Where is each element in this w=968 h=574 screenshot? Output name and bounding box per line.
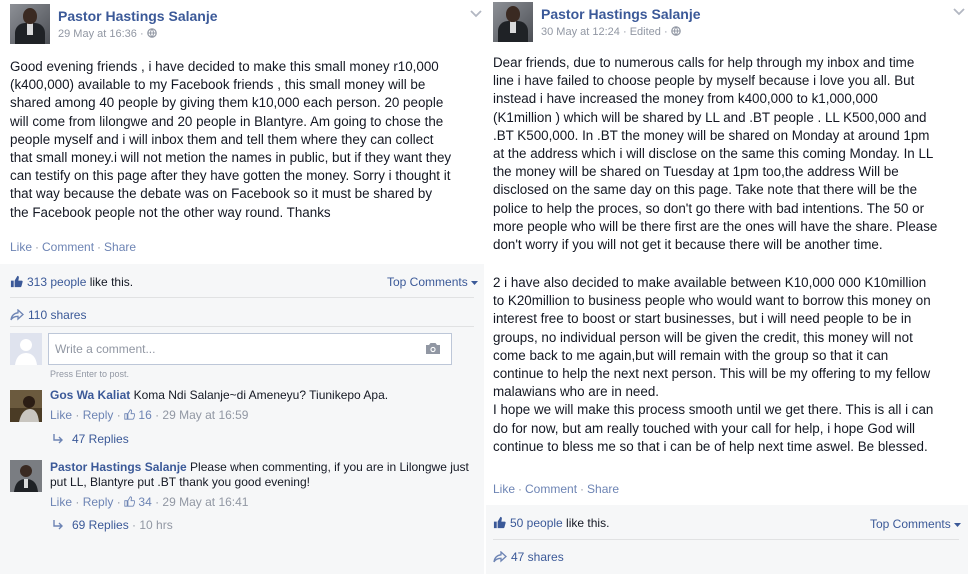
ufi-panel: 50 people like this. Top Comments 47 sha… [486, 505, 968, 574]
post-body: Good evening friends , i have decided to… [10, 59, 452, 220]
globe-icon [146, 28, 157, 38]
view-replies-link[interactable]: 69 Replies · 10 hrs [52, 518, 173, 532]
likes-suffix: like this. [86, 275, 134, 289]
comment-text: Pastor Hastings Salanje Please when comm… [50, 460, 470, 490]
edited-label[interactable]: Edited [630, 26, 661, 38]
press-enter-hint: Press Enter to post. [50, 369, 130, 379]
thumbs-up-icon [493, 516, 506, 529]
share-arrow-icon [10, 308, 24, 321]
meta-separator: · [622, 26, 627, 38]
comment-reply-link[interactable]: Reply [83, 495, 114, 509]
comment-like-link[interactable]: Like [50, 408, 72, 422]
shares-row[interactable]: 110 shares [10, 308, 86, 322]
likes-count[interactable]: 50 people [510, 516, 563, 530]
view-replies-link[interactable]: 47 Replies [52, 432, 129, 446]
likes-suffix: like this. [562, 516, 610, 530]
globe-icon [670, 26, 681, 36]
likes-count[interactable]: 313 people [27, 275, 86, 289]
commenter-name[interactable]: Pastor Hastings Salanje [50, 460, 187, 474]
comment-link[interactable]: Comment [525, 482, 577, 496]
reply-arrow-icon [53, 434, 63, 444]
comment-actions: Like · Reply · 34 · 29 May at 16:41 [50, 495, 249, 509]
caret-down-icon [471, 281, 479, 285]
post-body-continued: 2 i have also decided to make available … [493, 275, 934, 454]
divider [10, 326, 474, 327]
author-avatar[interactable] [10, 4, 50, 44]
shares-count[interactable]: 47 shares [511, 550, 564, 564]
meta-separator: · [139, 28, 144, 40]
post-timestamp[interactable]: 30 May at 12:24 [541, 26, 620, 38]
post-meta: 30 May at 12:24 · Edited · [541, 26, 681, 38]
left-post: Pastor Hastings Salanje 29 May at 16:36 … [0, 0, 484, 574]
likes-summary: 313 people like this. [10, 275, 133, 289]
post-timestamp[interactable]: 29 May at 16:36 [58, 28, 137, 40]
current-user-avatar [10, 333, 42, 365]
post-actions: Like · Comment · Share [10, 240, 136, 254]
comment-like-link[interactable]: Like [50, 495, 72, 509]
comment-link[interactable]: Comment [42, 240, 94, 254]
top-comments-dropdown[interactable]: Top Comments [387, 275, 479, 289]
comment-like-count[interactable]: 34 [138, 495, 151, 509]
post-meta: 29 May at 16:36 · [58, 28, 157, 40]
top-comments-label: Top Comments [870, 517, 951, 531]
comment-item: Gos Wa Kaliat Koma Ndi Salanje~di Ameney… [10, 386, 480, 454]
author-name[interactable]: Pastor Hastings Salanje [541, 6, 701, 22]
thumbs-up-icon [124, 409, 136, 420]
divider [10, 297, 474, 298]
post-header: Pastor Hastings Salanje 29 May at 16:36 … [10, 4, 494, 46]
shares-row[interactable]: 47 shares [493, 550, 564, 564]
divider [493, 539, 959, 540]
post-header: Pastor Hastings Salanje 30 May at 12:24 … [493, 2, 968, 44]
comment-item: Pastor Hastings Salanje Please when comm… [10, 458, 480, 538]
commenter-name[interactable]: Gos Wa Kaliat [50, 388, 130, 402]
action-dot: · [97, 240, 102, 254]
ufi-panel: 313 people like this. Top Comments 110 s… [0, 264, 484, 574]
comment-reply-link[interactable]: Reply [83, 408, 114, 422]
commenter-avatar[interactable] [10, 460, 42, 492]
comment-time[interactable]: 29 May at 16:59 [162, 408, 248, 422]
share-link[interactable]: Share [104, 240, 136, 254]
comment-input[interactable] [55, 335, 415, 363]
reply-arrow-icon [53, 520, 63, 530]
comment-like-count[interactable]: 16 [138, 408, 151, 422]
commenter-avatar[interactable] [10, 390, 42, 422]
thumbs-up-icon [10, 275, 23, 288]
author-name[interactable]: Pastor Hastings Salanje [58, 8, 218, 24]
shares-count[interactable]: 110 shares [28, 308, 86, 322]
action-dot: · [518, 482, 523, 496]
likes-summary: 50 people like this. [493, 516, 609, 530]
thumbs-up-icon [124, 496, 136, 507]
top-comments-label: Top Comments [387, 275, 468, 289]
comment-text: Gos Wa Kaliat Koma Ndi Salanje~di Ameney… [50, 388, 470, 403]
like-link[interactable]: Like [10, 240, 32, 254]
comment-time[interactable]: 29 May at 16:41 [162, 495, 248, 509]
chevron-down-icon[interactable] [953, 8, 965, 16]
comment-actions: Like · Reply · 16 · 29 May at 16:59 [50, 408, 249, 422]
author-avatar[interactable] [493, 2, 533, 42]
share-arrow-icon [493, 550, 507, 563]
camera-icon[interactable] [425, 342, 441, 355]
meta-separator: · [663, 26, 668, 38]
chevron-down-icon[interactable] [470, 10, 482, 18]
post-body: Dear friends, due to numerous calls for … [493, 55, 938, 253]
like-link[interactable]: Like [493, 482, 515, 496]
replies-count: 47 Replies [72, 432, 129, 446]
caret-down-icon [954, 523, 962, 527]
top-comments-dropdown[interactable]: Top Comments [870, 517, 962, 531]
comment-body: Koma Ndi Salanje~di Ameneyu? Tiunikepo A… [130, 388, 389, 402]
replies-count: 69 Replies [72, 518, 129, 532]
action-dot: · [580, 482, 585, 496]
post-actions: Like · Comment · Share [493, 482, 619, 496]
comment-box[interactable] [48, 333, 452, 365]
replies-time: 10 hrs [139, 518, 173, 532]
share-link[interactable]: Share [587, 482, 619, 496]
action-dot: · [35, 240, 40, 254]
right-post: Pastor Hastings Salanje 30 May at 12:24 … [486, 0, 968, 574]
